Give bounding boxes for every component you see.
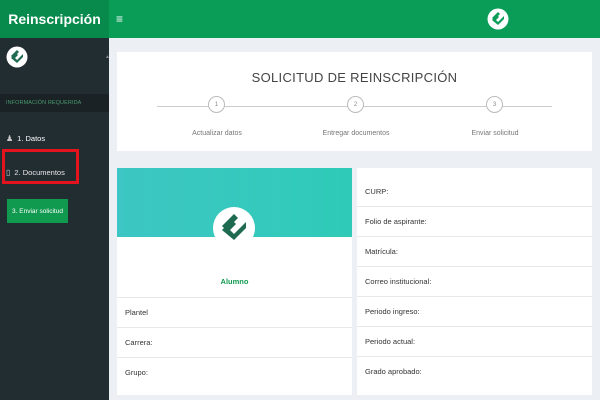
profile-card: Alumno Plantel Carrera: Grupo:	[117, 168, 352, 395]
step-1-label: Actualizar datos	[192, 130, 242, 137]
user-icon: ♟	[6, 133, 14, 143]
send-request-button[interactable]: 3. Enviar solicitud	[7, 199, 68, 223]
sidebar-item-label: 1. Datos	[17, 133, 46, 143]
profile-role: Alumno	[220, 277, 249, 286]
field-correo-institucional: Correo institucional:	[357, 266, 592, 296]
step-1-circle[interactable]: 1	[208, 96, 225, 113]
steps-panel: SOLICITUD DE REINSCRIPCIÓN 1 2 3 Actuali…	[117, 52, 592, 151]
sidebar: ▲ INFORMACIÓN REQUERIDA ♟ 1. Datos ▯ 2. …	[0, 38, 110, 400]
field-grado-aprobado: Grado aprobado:	[357, 356, 592, 386]
profile-avatar-icon	[213, 207, 255, 249]
highlight-box	[2, 149, 79, 184]
institution-logo-icon	[487, 8, 509, 30]
field-matricula: Matrícula:	[357, 236, 592, 266]
step-3-label: Enviar solicitud	[471, 130, 519, 137]
sidebar-collapse-icon[interactable]: ▲	[105, 54, 110, 60]
page-title: SOLICITUD DE REINSCRIPCIÓN	[251, 70, 458, 85]
sidebar-item-datos[interactable]: ♟ 1. Datos	[0, 126, 109, 150]
field-curp: CURP:	[365, 186, 389, 196]
top-navbar: Reinscripción ≡	[0, 0, 600, 38]
field-periodo-ingreso: Periodo ingreso:	[357, 296, 592, 326]
field-folio-aspirante: Folio de aspirante:	[357, 206, 592, 236]
step-2-circle[interactable]: 2	[347, 96, 364, 113]
step-2-label: Entregar documentos	[322, 130, 390, 137]
field-plantel: Plantel	[117, 297, 352, 327]
brand-title[interactable]: Reinscripción	[0, 0, 109, 38]
sidebar-section-header: INFORMACIÓN REQUERIDA	[0, 94, 109, 112]
field-carrera: Carrera:	[117, 327, 352, 357]
sidebar-logo-icon	[6, 46, 28, 68]
field-grupo: Grupo:	[117, 357, 352, 387]
field-periodo-actual: Periodo actual:	[357, 326, 592, 356]
info-card: CURP: Folio de aspirante: Matrícula: Cor…	[357, 168, 592, 395]
step-3-circle[interactable]: 3	[486, 96, 503, 113]
menu-toggle-icon[interactable]: ≡	[116, 12, 123, 26]
